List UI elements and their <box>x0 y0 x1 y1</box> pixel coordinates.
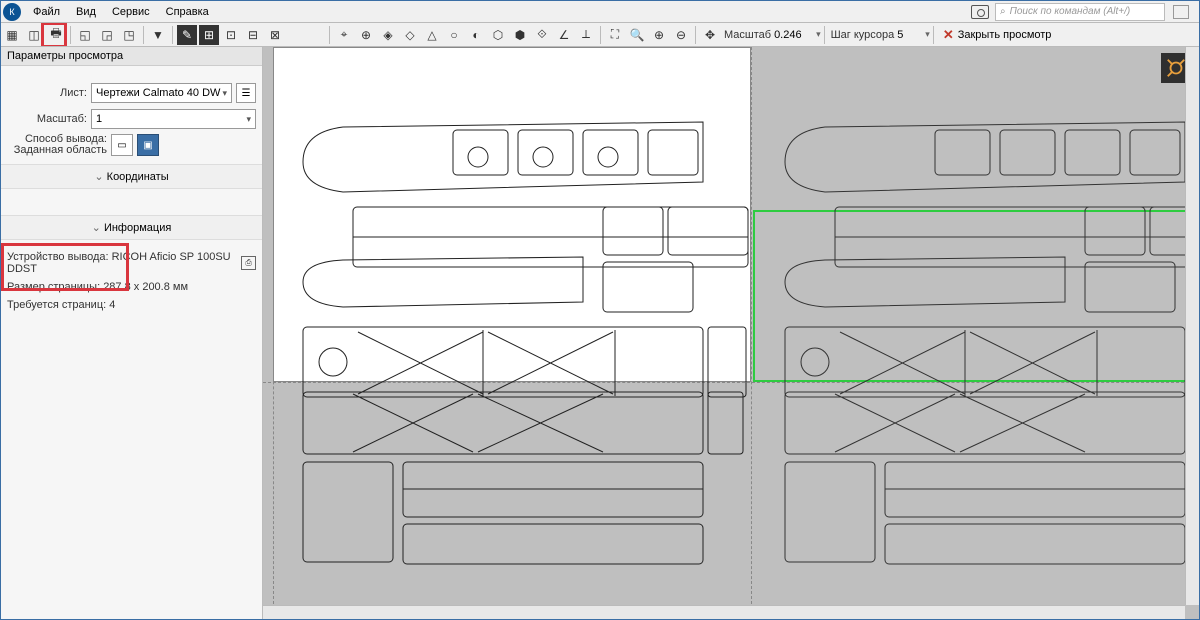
app-icon: К <box>3 3 21 21</box>
snap-icon[interactable]: ⬡ <box>488 25 508 45</box>
output-mode-2[interactable]: ▣ <box>137 134 159 156</box>
highlight-print <box>41 23 67 47</box>
snap-icon[interactable]: ⬢ <box>510 25 530 45</box>
tool-icon[interactable]: ◱ <box>75 25 95 45</box>
pages-needed-info: Требуется страниц: 4 <box>1 296 262 314</box>
tool-icon[interactable]: ⊟ <box>243 25 263 45</box>
menubar: К Файл Вид Сервис Справка Поиск по коман… <box>1 1 1199 23</box>
sidebar-panel: Параметры просмотра Лист: Чертежи Calmat… <box>1 47 263 619</box>
drawing-canvas[interactable] <box>263 47 1199 619</box>
device-icon[interactable]: ⎙ <box>241 256 256 270</box>
layout-icon[interactable]: ◫ <box>24 25 44 45</box>
grid4-icon[interactable]: ⊞ <box>199 25 219 45</box>
scrollbar-horizontal[interactable] <box>263 605 1185 619</box>
pan-icon[interactable]: ✥ <box>700 25 720 45</box>
snap-icon[interactable]: ○ <box>444 25 464 45</box>
snap-icon[interactable]: ◇ <box>400 25 420 45</box>
camera-icon[interactable] <box>971 5 989 19</box>
snap-icon[interactable]: △ <box>422 25 442 45</box>
cursor-step-input[interactable] <box>897 26 925 44</box>
main-toolbar: ▦ ◫ 🖶 ◱ ◲ ◳ ▼ ✎ ⊞ ⊡ ⊟ ⊠ ⌖ ⊕ ◈ ◇ △ ○ ◐ ⬡ … <box>1 23 1199 47</box>
menu-view[interactable]: Вид <box>68 4 104 20</box>
menu-help[interactable]: Справка <box>158 4 217 20</box>
sheet-label: Лист: <box>7 87 87 99</box>
snap-icon[interactable]: ⟂ <box>576 25 596 45</box>
zoom-icon[interactable]: 🔍 <box>627 25 647 45</box>
snap-icon[interactable]: ⌖ <box>334 25 354 45</box>
tool-icon[interactable]: ◲ <box>97 25 117 45</box>
window-button[interactable] <box>1173 5 1189 19</box>
menu-service[interactable]: Сервис <box>104 4 158 20</box>
snap-icon[interactable]: ◈ <box>378 25 398 45</box>
grid-icon[interactable]: ▦ <box>2 25 22 45</box>
technical-drawing <box>263 47 1199 619</box>
cursor-step-label: Шаг курсора <box>828 29 898 41</box>
tool-icon[interactable]: ◳ <box>119 25 139 45</box>
output-method-label: Способ вывода: Заданная область <box>7 134 107 156</box>
panel-title: Параметры просмотра <box>1 47 262 66</box>
close-preview-button[interactable]: ✕ Закрыть просмотр <box>937 27 1058 43</box>
close-preview-label: Закрыть просмотр <box>958 29 1052 41</box>
page-size-info: Размер страницы: 287.8 x 200.8 мм <box>1 278 262 296</box>
zoom-fit-icon[interactable]: ⛶ <box>605 25 625 45</box>
snap-icon[interactable]: ⟐ <box>532 25 552 45</box>
zoom-in-icon[interactable]: ⊕ <box>649 25 669 45</box>
print-button[interactable]: 🖶 <box>46 25 66 45</box>
menu-file[interactable]: Файл <box>25 4 68 20</box>
snap-icon[interactable]: ∠ <box>554 25 574 45</box>
scrollbar-vertical[interactable] <box>1185 47 1199 605</box>
coords-section-header[interactable]: Координаты <box>1 164 262 189</box>
command-search-input[interactable]: Поиск по командам (Alt+/) <box>995 3 1165 21</box>
filter-icon[interactable]: ▼ <box>148 25 168 45</box>
snap-icon[interactable]: ◐ <box>466 25 486 45</box>
zoom-out-icon[interactable]: ⊖ <box>671 25 691 45</box>
sheet-select[interactable]: Чертежи Calmato 40 DW <box>91 83 232 103</box>
device-info: Устройство вывода: RICOH Aficio SP 100SU… <box>1 248 262 278</box>
output-mode-1[interactable]: ▭ <box>111 134 133 156</box>
scale-input[interactable] <box>774 26 816 44</box>
tool-icon[interactable]: ⊠ <box>265 25 285 45</box>
pencil-icon[interactable]: ✎ <box>177 25 197 45</box>
snap-icon[interactable]: ⊕ <box>356 25 376 45</box>
tool-icon[interactable]: ⊡ <box>221 25 241 45</box>
main-area: Параметры просмотра Лист: Чертежи Calmat… <box>1 47 1199 619</box>
sheet-options-button[interactable]: ☰ <box>236 83 256 103</box>
scale-field-label: Масштаб: <box>7 113 87 125</box>
info-section-header[interactable]: Информация <box>1 215 262 240</box>
scale-select[interactable]: 1 <box>91 109 256 129</box>
scale-label: Масштаб <box>721 29 774 41</box>
close-icon: ✕ <box>943 27 954 43</box>
